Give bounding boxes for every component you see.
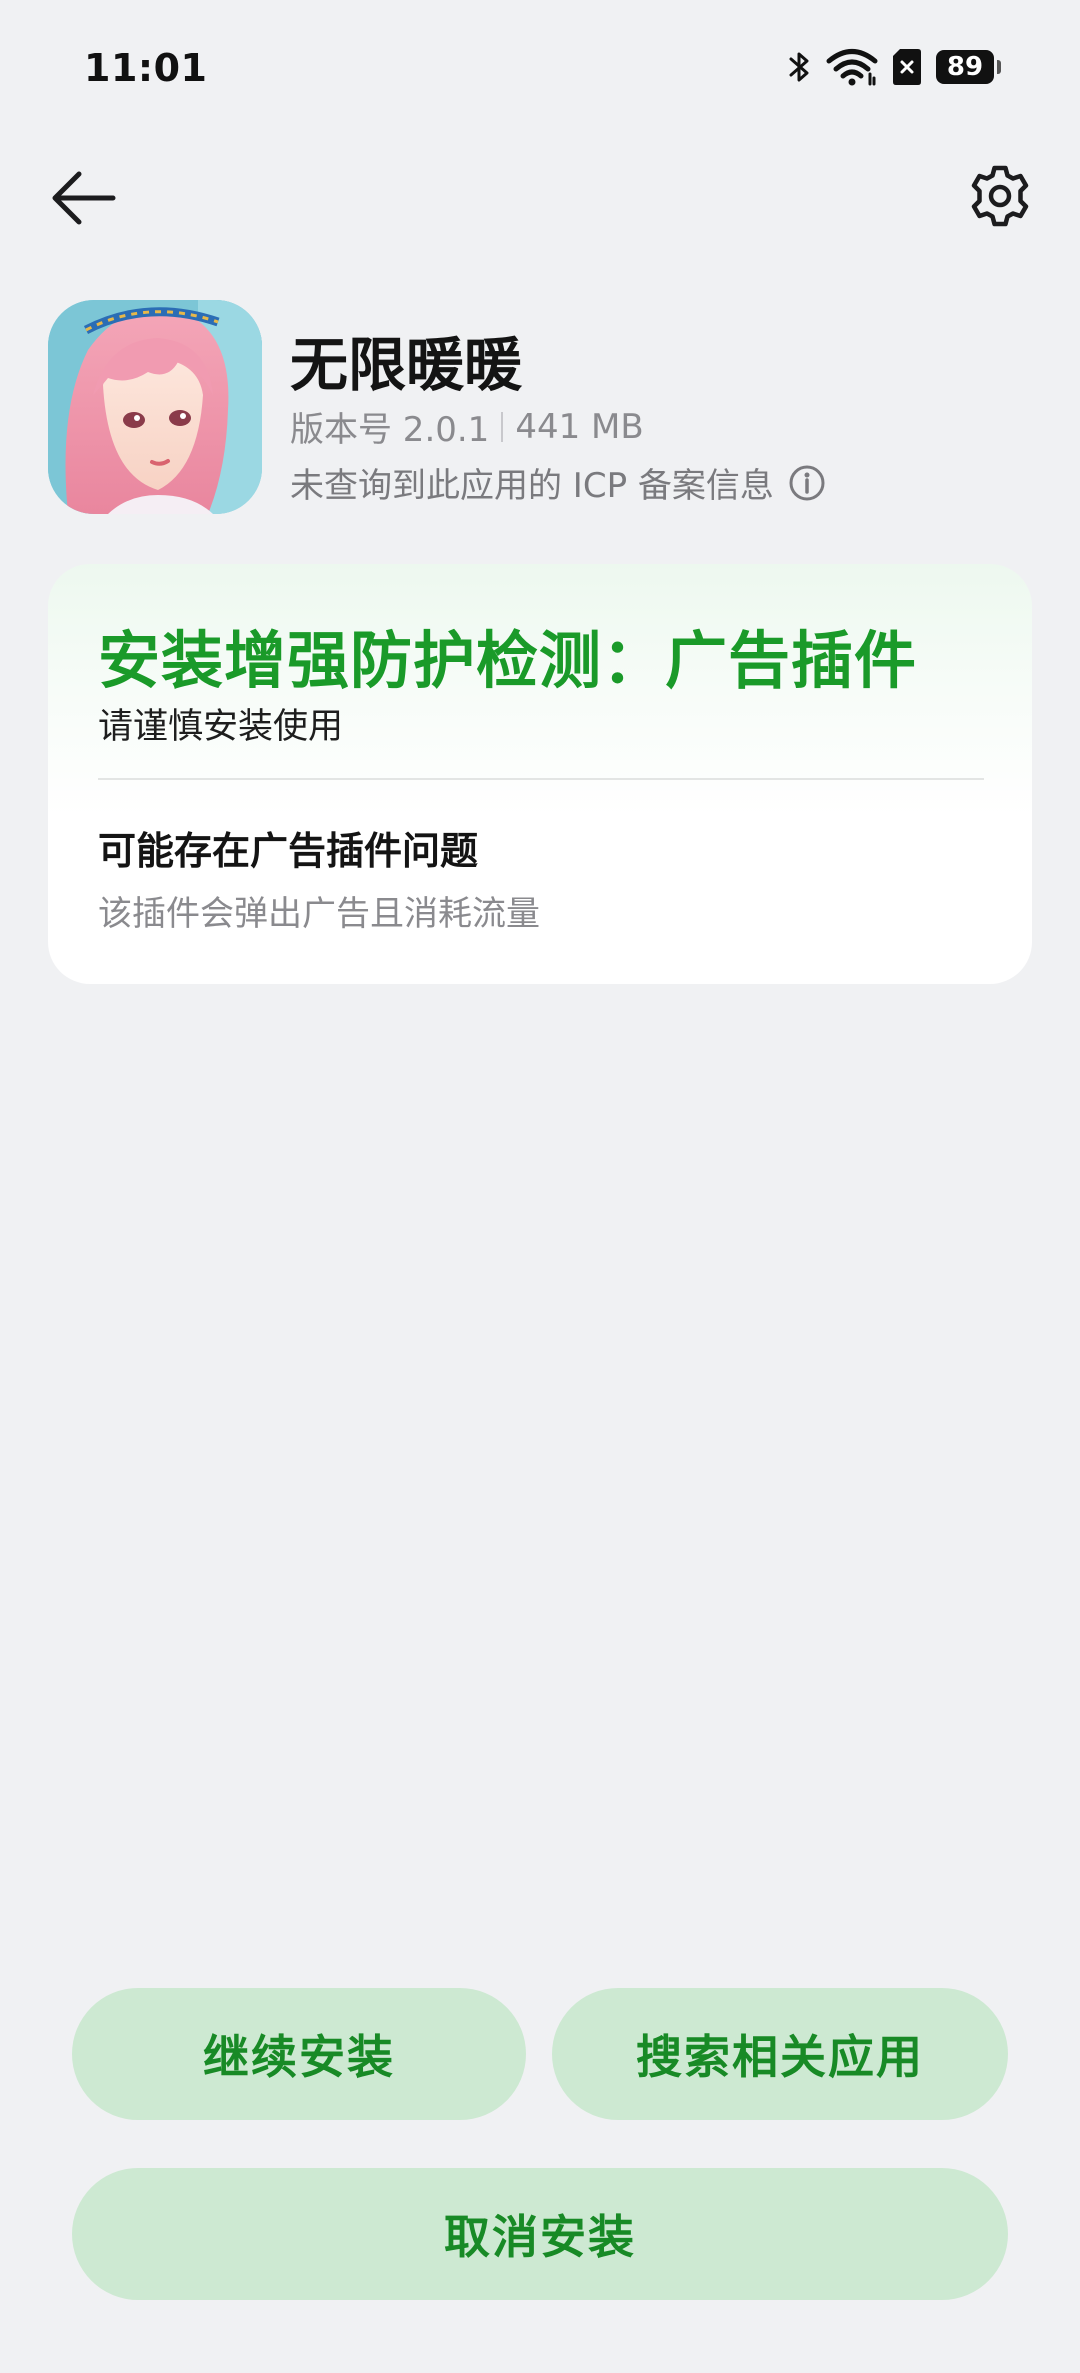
- battery-icon: 89: [936, 50, 1001, 84]
- app-size: 441 MB: [515, 406, 644, 447]
- warning-subtitle: 请谨慎安装使用: [98, 707, 344, 747]
- settings-button[interactable]: [960, 158, 1040, 238]
- bluetooth-icon: [788, 49, 812, 85]
- status-icons: 89: [788, 48, 1001, 86]
- warning-card: 安装增强防护检测：广告插件 请谨慎安装使用 可能存在广告插件问题 该插件会弹出广…: [48, 564, 1032, 984]
- app-meta: 版本号 2.0.1 441 MB: [290, 402, 644, 451]
- meta-divider: [501, 411, 504, 442]
- issue-description: 该插件会弹出广告且消耗流量: [98, 894, 540, 934]
- status-bar: 11:01 89: [0, 0, 1080, 140]
- issue-title: 可能存在广告插件问题: [98, 829, 479, 873]
- app-icon: [48, 300, 262, 514]
- status-time: 11:01: [84, 46, 208, 90]
- continue-install-button[interactable]: 继续安装: [72, 1988, 526, 2120]
- icp-notice: 未查询到此应用的 ICP 备案信息: [290, 458, 826, 507]
- icp-notice-text: 未查询到此应用的 ICP 备案信息: [290, 466, 774, 506]
- back-button[interactable]: [44, 160, 124, 240]
- search-related-apps-button[interactable]: 搜索相关应用: [552, 1988, 1008, 2120]
- info-icon[interactable]: [788, 464, 826, 502]
- app-name: 无限暖暖: [290, 331, 523, 399]
- wifi-icon: [826, 48, 878, 86]
- back-arrow-icon: [51, 170, 117, 230]
- no-sim-icon: [892, 48, 922, 86]
- cancel-install-button[interactable]: 取消安装: [72, 2168, 1008, 2300]
- gear-icon: [968, 164, 1032, 232]
- app-version: 版本号 2.0.1: [290, 410, 490, 450]
- card-divider: [98, 778, 984, 780]
- warning-title: 安装增强防护检测：广告插件: [98, 624, 918, 697]
